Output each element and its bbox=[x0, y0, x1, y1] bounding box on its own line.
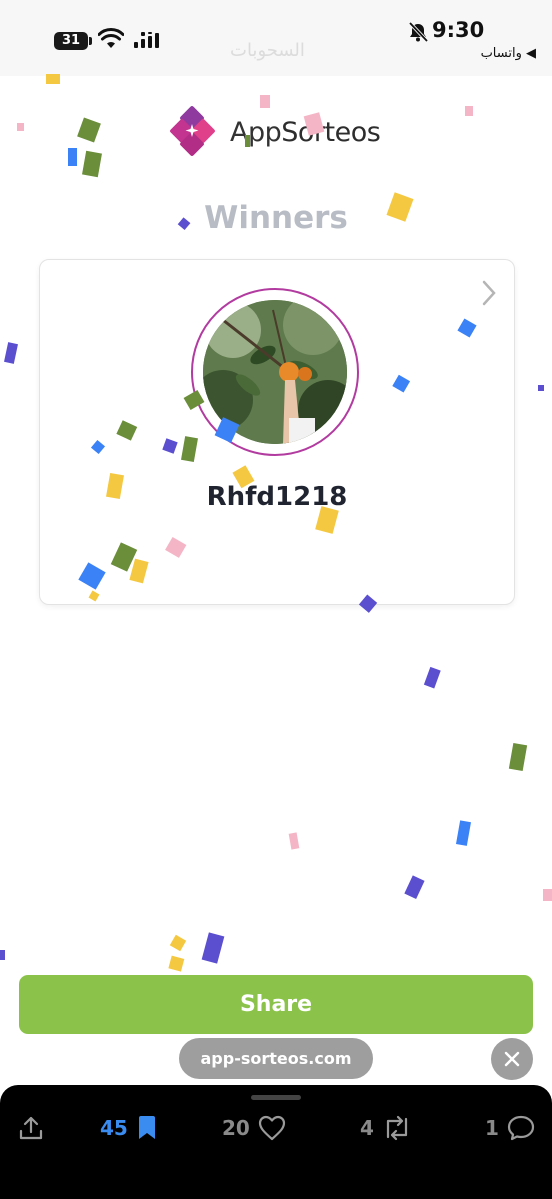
page-title: Winners bbox=[204, 200, 348, 236]
chevron-right-icon[interactable] bbox=[482, 280, 496, 306]
logo-text-app: App bbox=[230, 116, 282, 148]
confetti-piece bbox=[423, 666, 441, 689]
confetti-piece bbox=[0, 950, 5, 960]
silent-bell-icon bbox=[408, 21, 429, 43]
bottom-action-bar: 45 20 4 1 bbox=[0, 1085, 552, 1199]
bookmark-count: 45 bbox=[100, 1116, 128, 1140]
repost-icon bbox=[386, 1115, 408, 1141]
drag-handle[interactable] bbox=[251, 1095, 301, 1100]
logo-text-sorteos: Sorteos bbox=[281, 116, 381, 148]
avatar-photo bbox=[203, 300, 347, 444]
confetti-piece bbox=[538, 385, 544, 391]
confetti-piece bbox=[201, 932, 225, 964]
confetti-piece bbox=[4, 342, 18, 364]
status-bar: السحوبات 31 9:30 ◀ واتساب bbox=[0, 0, 552, 76]
battery-icon: 31 bbox=[54, 32, 88, 50]
confetti-piece bbox=[288, 832, 300, 850]
close-icon bbox=[504, 1051, 520, 1067]
share-button[interactable]: Share bbox=[19, 975, 533, 1034]
confetti-piece bbox=[168, 955, 185, 972]
comment-action[interactable]: 1 bbox=[485, 1115, 535, 1141]
battery-cap bbox=[89, 37, 92, 45]
avatar-ring bbox=[191, 288, 359, 456]
comment-count: 1 bbox=[485, 1116, 499, 1140]
like-count: 20 bbox=[222, 1116, 250, 1140]
url-pill[interactable]: app-sorteos.com bbox=[179, 1038, 373, 1079]
share-upload-action[interactable] bbox=[18, 1115, 44, 1141]
logo-wordmark: AppSorteos bbox=[230, 116, 381, 148]
confetti-piece bbox=[82, 150, 102, 178]
repost-count: 4 bbox=[360, 1116, 374, 1140]
confetti-piece bbox=[169, 934, 187, 952]
confetti-piece bbox=[77, 117, 101, 143]
bookmark-action[interactable]: 45 bbox=[100, 1115, 158, 1141]
winner-card[interactable]: Rhfd1218 bbox=[39, 259, 515, 605]
back-to-app-link[interactable]: ◀ واتساب bbox=[481, 46, 536, 61]
confetti-piece bbox=[68, 148, 77, 166]
heart-icon bbox=[258, 1115, 285, 1141]
winner-avatar bbox=[203, 300, 347, 444]
app-logo: AppSorteos bbox=[170, 106, 381, 158]
confetti-piece bbox=[404, 875, 425, 900]
signal-icon bbox=[134, 32, 159, 48]
confetti-piece bbox=[17, 123, 24, 131]
confetti-piece bbox=[508, 742, 528, 772]
like-action[interactable]: 20 bbox=[222, 1115, 286, 1141]
upload-icon bbox=[19, 1116, 43, 1140]
clock-time: 9:30 bbox=[432, 18, 485, 42]
wifi-icon bbox=[98, 28, 124, 48]
confetti-piece bbox=[455, 820, 471, 846]
bookmark-icon bbox=[138, 1116, 155, 1139]
winner-username: Rhfd1218 bbox=[206, 482, 348, 512]
appsorteos-logo-icon bbox=[170, 106, 215, 156]
confetti-piece bbox=[465, 106, 473, 116]
repost-action[interactable]: 4 bbox=[360, 1115, 412, 1141]
faded-page-title: السحوبات bbox=[230, 40, 305, 61]
close-button[interactable] bbox=[491, 1038, 533, 1080]
comment-icon bbox=[507, 1115, 535, 1141]
confetti-piece bbox=[543, 889, 552, 901]
